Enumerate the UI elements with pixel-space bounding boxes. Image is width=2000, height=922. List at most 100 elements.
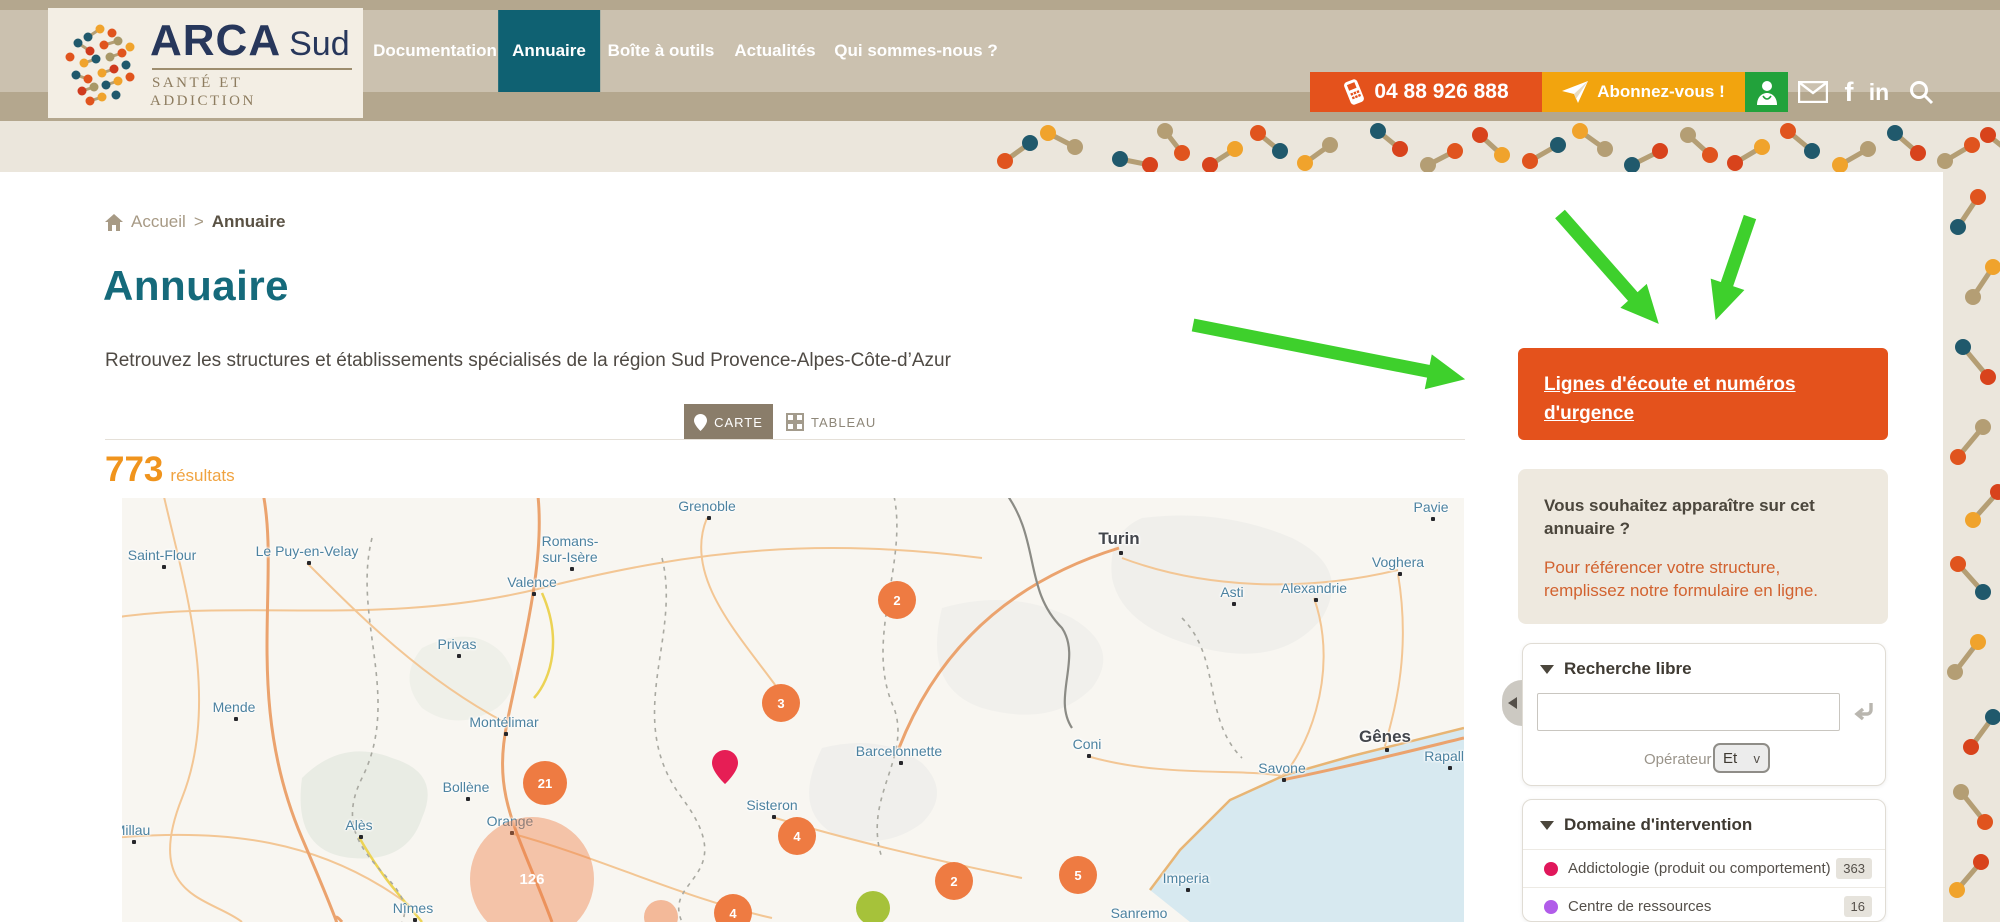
domain-item-label: Addictologie (produit ou comportement) — [1568, 860, 1836, 877]
tab-tableau[interactable]: TABLEAU — [786, 404, 876, 440]
logo-molecule-icon — [60, 19, 144, 107]
map-result-pin[interactable] — [712, 750, 738, 784]
map-city-dot — [1186, 888, 1190, 892]
breadcrumb-current: Annuaire — [212, 212, 286, 232]
logo-suffix: Sud — [289, 25, 350, 64]
map-view[interactable]: GrenoblePavieTurinRomans- sur-IsèreSaint… — [122, 498, 1464, 922]
facebook-icon[interactable]: f — [1838, 72, 1860, 112]
submit-return-icon[interactable] — [1851, 701, 1875, 723]
appear-on-directory-box: Vous souhaitez apparaître sur cet annuai… — [1518, 469, 1888, 624]
logo-name: ARCA — [150, 16, 281, 66]
map-city-dot — [359, 835, 363, 839]
map-city-label: Asti — [1220, 584, 1243, 600]
map-city-label: Sisteron — [746, 797, 797, 813]
map-city-dot — [570, 567, 574, 571]
table-grid-icon — [786, 413, 804, 431]
tab-tableau-label: TABLEAU — [811, 415, 876, 430]
map-city-dot — [1119, 551, 1123, 555]
phone-button[interactable]: 04 88 926 888 — [1310, 72, 1542, 112]
map-city-dot — [1314, 598, 1318, 602]
appear-box-link[interactable]: Pour référencer votre structure, remplis… — [1544, 557, 1862, 603]
map-city-label: Valence — [507, 574, 557, 590]
home-icon[interactable] — [105, 214, 123, 231]
email-icon[interactable] — [1792, 72, 1834, 112]
map-pin-icon — [694, 414, 707, 431]
map-city-dot — [899, 761, 903, 765]
map-city-dot — [1431, 517, 1435, 521]
domain-filter-header[interactable]: Domaine d'intervention — [1523, 800, 1885, 835]
paper-plane-icon — [1562, 81, 1588, 103]
page-subtitle: Retrouvez les structures et établissemen… — [105, 350, 951, 372]
site-logo[interactable]: ARCA Sud SANTÉ ET ADDICTION — [48, 8, 363, 118]
map-cluster-marker-2[interactable]: 2 — [878, 581, 916, 619]
logo-tagline: SANTÉ ET ADDICTION — [150, 75, 256, 109]
map-city-label: Mende — [213, 699, 256, 715]
map-city-label: Nîmes — [393, 900, 433, 916]
free-search-header[interactable]: Recherche libre — [1523, 644, 1885, 679]
search-icon[interactable] — [1900, 72, 1942, 112]
map-city-dot — [162, 565, 166, 569]
linkedin-icon[interactable]: in — [1862, 72, 1896, 112]
map-city-label: Barcelonnette — [856, 743, 942, 759]
map-city-label: Pavie — [1413, 499, 1448, 515]
nav-item-documentation[interactable]: Documentation — [359, 10, 511, 92]
molecule-band-decoration — [0, 121, 2000, 172]
nav-item-bo-te-outils[interactable]: Boîte à outils — [594, 10, 729, 92]
collapse-triangle-icon — [1540, 821, 1554, 830]
map-city-label: Bollène — [443, 779, 490, 795]
map-cluster-marker-3[interactable]: 3 — [762, 684, 800, 722]
breadcrumb: Accueil > Annuaire — [105, 212, 285, 232]
collapse-triangle-icon — [1540, 665, 1554, 674]
free-search-title: Recherche libre — [1564, 659, 1692, 679]
map-cluster-marker-5[interactable]: 5 — [1059, 856, 1097, 894]
map-city-label: Voghera — [1372, 554, 1424, 570]
results-label: résultats — [170, 466, 234, 486]
domain-filter-item[interactable]: Addictologie (produit ou comportement)36… — [1523, 849, 1885, 887]
operator-select[interactable]: Et v — [1713, 743, 1770, 773]
map-city-dot — [707, 516, 711, 520]
map-city-dot — [532, 592, 536, 596]
map-city-label: Alès — [345, 817, 372, 833]
map-city-dot — [1087, 754, 1091, 758]
nav-item-actualit-s[interactable]: Actualités — [720, 10, 829, 92]
breadcrumb-separator: > — [194, 212, 204, 232]
domain-item-label: Centre de ressources — [1568, 898, 1844, 915]
phone-icon — [1343, 79, 1365, 105]
molecule-strip-decoration — [1943, 172, 2000, 922]
map-city-label: Privas — [438, 636, 477, 652]
chevron-left-icon — [1508, 697, 1517, 709]
operator-value: Et — [1723, 750, 1737, 767]
map-city-dot — [466, 797, 470, 801]
map-city-label: Alexandrie — [1281, 580, 1347, 596]
chevron-down-icon: v — [1754, 751, 1761, 766]
map-city-dot — [504, 732, 508, 736]
domain-filter-panel: Domaine d'intervention Addictologie (pro… — [1522, 799, 1886, 922]
emergency-lines-button[interactable]: Lignes d'écoute et numéros d'urgence — [1518, 348, 1888, 440]
map-city-dot — [132, 840, 136, 844]
map-city-dot — [1398, 572, 1402, 576]
map-city-dot — [307, 561, 311, 565]
subscribe-label: Abonnez-vous ! — [1597, 82, 1725, 102]
map-city-label: Grenoble — [678, 498, 736, 514]
map-marker[interactable] — [856, 891, 890, 922]
domain-color-dot — [1544, 900, 1558, 914]
nav-item-annuaire[interactable]: Annuaire — [498, 10, 600, 92]
map-city-label: Imperia — [1163, 870, 1210, 886]
breadcrumb-home[interactable]: Accueil — [131, 212, 186, 232]
page: { "colors": { "accent_orange": "#e4521c"… — [0, 0, 2000, 922]
phone-number: 04 88 926 888 — [1374, 80, 1508, 104]
nav-item-qui-sommes-nous[interactable]: Qui sommes-nous ? — [820, 10, 1011, 92]
appear-box-title: Vous souhaitez apparaître sur cet annuai… — [1544, 495, 1862, 541]
map-cluster-marker-21[interactable]: 21 — [523, 761, 567, 805]
sidebar-collapse-handle[interactable] — [1502, 680, 1522, 726]
domain-filter-title: Domaine d'intervention — [1564, 815, 1752, 835]
domain-filter-item[interactable]: Centre de ressources16 — [1523, 887, 1885, 922]
tab-carte-label: CARTE — [714, 415, 763, 430]
map-city-label: Sanremo — [1111, 905, 1168, 921]
map-cluster-marker-2[interactable]: 2 — [935, 862, 973, 900]
tab-carte[interactable]: CARTE — [684, 404, 773, 440]
free-search-input[interactable] — [1537, 693, 1840, 731]
professional-access-button[interactable] — [1745, 72, 1788, 112]
map-cluster-marker-4[interactable]: 4 — [778, 817, 816, 855]
subscribe-button[interactable]: Abonnez-vous ! — [1542, 72, 1745, 112]
